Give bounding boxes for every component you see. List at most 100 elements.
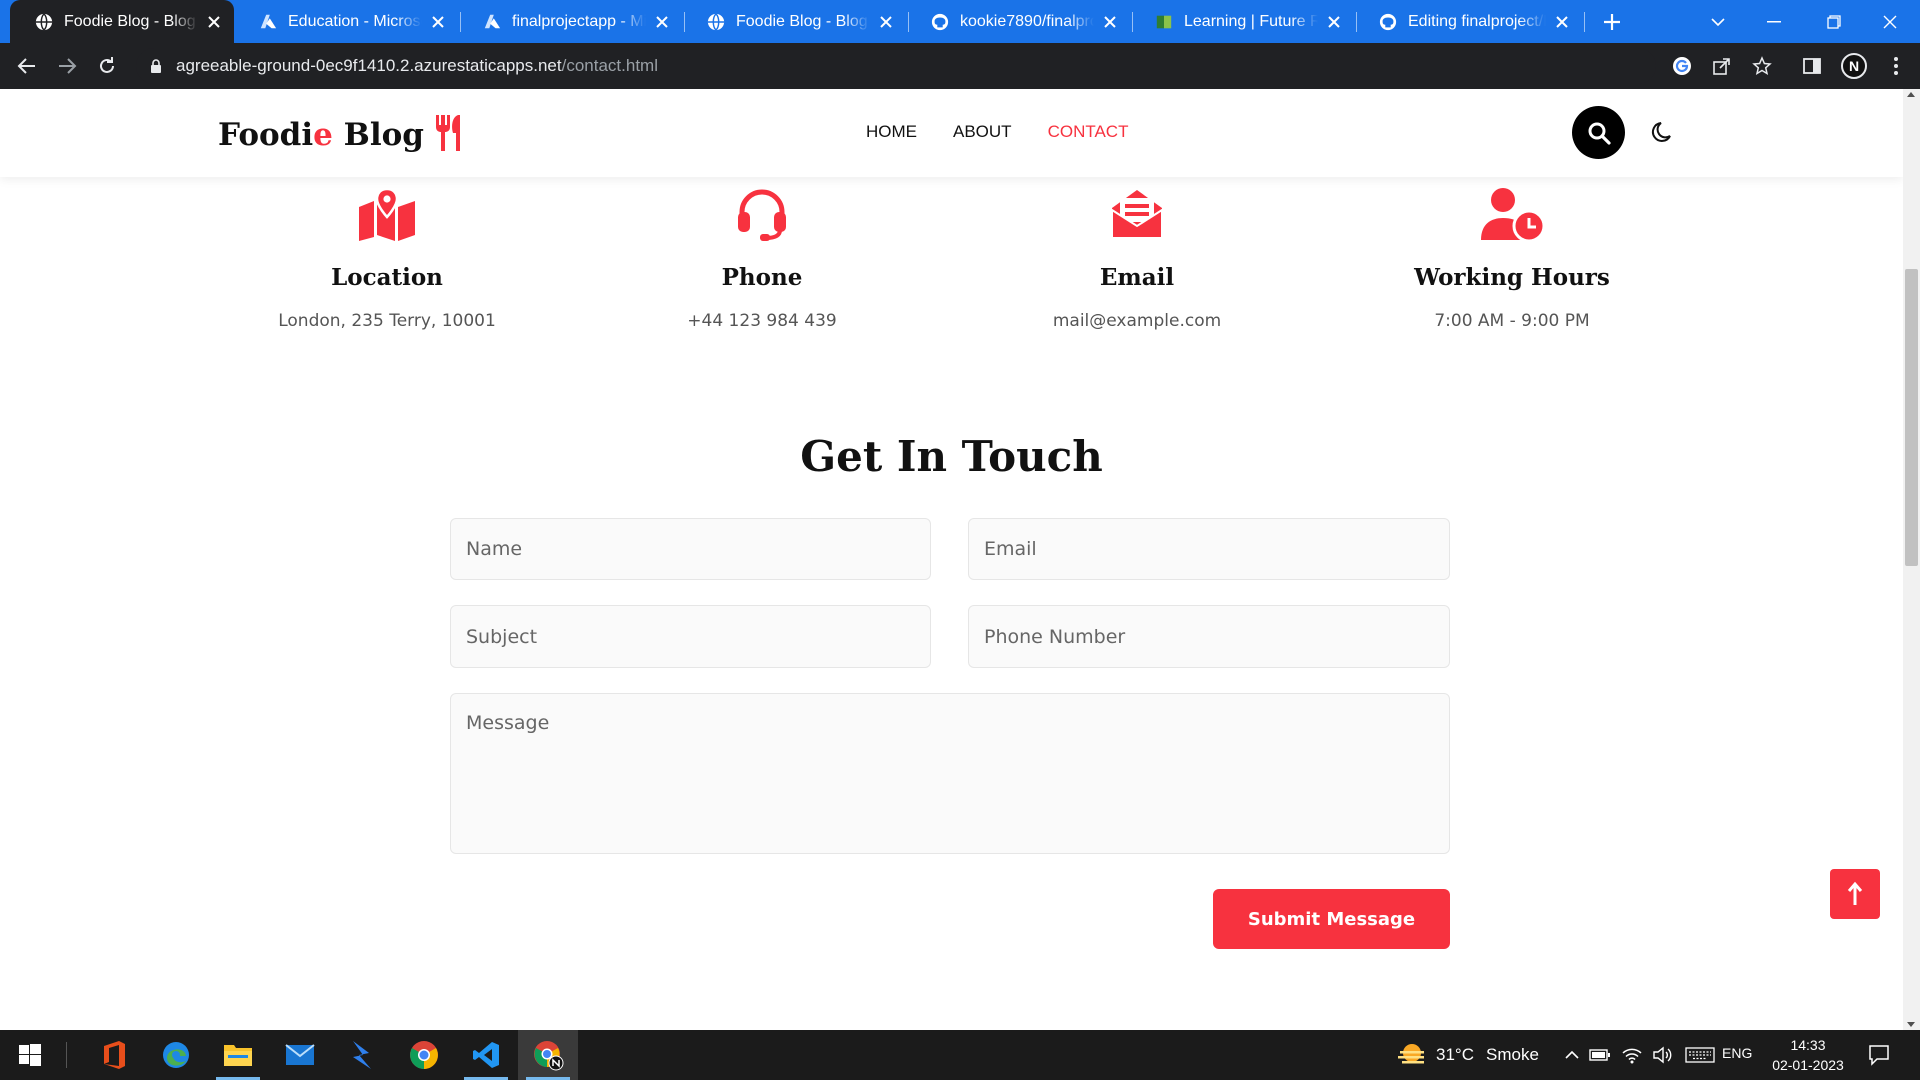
clock-date: 02-01-2023 <box>1772 1057 1844 1073</box>
side-panel-icon[interactable] <box>1800 54 1824 78</box>
close-icon[interactable] <box>1554 14 1570 30</box>
profile-avatar[interactable]: N <box>1841 53 1867 79</box>
reload-button[interactable] <box>92 51 122 81</box>
phone-number-input[interactable] <box>968 605 1450 668</box>
weather-widget[interactable]: 31°C Smoke <box>1398 1038 1539 1072</box>
scroll-to-top-button[interactable] <box>1830 869 1880 919</box>
subject-input[interactable] <box>450 605 931 668</box>
tab-title: kookie7890/finalproject <box>960 12 1094 30</box>
nav-home[interactable]: HOME <box>866 122 917 142</box>
info-text: +44 123 984 439 <box>687 311 837 331</box>
weather-temp: 31°C <box>1436 1045 1474 1064</box>
tab-search-button[interactable] <box>1690 0 1746 43</box>
tab-title: finalprojectapp - Microsoft Azure <box>512 12 646 30</box>
close-icon[interactable] <box>1102 14 1118 30</box>
url-host: agreeable-ground-0ec9f1410.2.azurestatic… <box>176 56 562 75</box>
lock-icon[interactable] <box>150 58 162 74</box>
wifi-icon[interactable] <box>1620 1043 1644 1067</box>
main-nav: HOME ABOUT CONTACT <box>866 122 1164 142</box>
browser-tab-3[interactable]: finalprojectapp - Microsoft Azure <box>458 0 682 43</box>
browser-tab-1[interactable]: Foodie Blog - Blog Category <box>10 0 234 43</box>
info-text: mail@example.com <box>1052 311 1222 331</box>
browser-tab-2[interactable]: Education - Microsoft Azure <box>234 0 458 43</box>
chrome-icon[interactable] <box>394 1030 454 1080</box>
close-icon[interactable] <box>206 14 222 30</box>
nav-about[interactable]: ABOUT <box>953 122 1012 142</box>
forward-button[interactable] <box>52 51 82 81</box>
close-window-button[interactable] <box>1862 0 1918 43</box>
close-icon[interactable] <box>654 14 670 30</box>
bookmark-star-icon[interactable] <box>1750 54 1774 78</box>
info-title: Phone <box>721 264 803 291</box>
back-button[interactable] <box>12 51 42 81</box>
github-icon <box>930 12 950 32</box>
browser-tab-6[interactable]: Learning | Future Ready <box>1130 0 1354 43</box>
tab-separator <box>1584 12 1585 32</box>
dark-mode-toggle[interactable] <box>1648 117 1678 147</box>
power-automate-icon[interactable] <box>332 1030 392 1080</box>
submit-message-button[interactable]: Submit Message <box>1213 889 1450 949</box>
message-textarea[interactable] <box>450 693 1450 854</box>
email-input[interactable] <box>968 518 1450 580</box>
tab-title: Learning | Future Ready <box>1184 12 1318 30</box>
windows-taskbar: 31°C Smoke ENG 14:33 02-01-2023 <box>0 1030 1920 1080</box>
fork-knife-icon <box>428 113 466 153</box>
mail-icon[interactable] <box>270 1030 330 1080</box>
close-icon[interactable] <box>878 14 894 30</box>
notification-icon[interactable] <box>1866 1042 1892 1068</box>
scroll-down-arrow[interactable] <box>1907 1022 1915 1027</box>
url-path: /contact.html <box>561 56 658 75</box>
browser-tab-5[interactable]: kookie7890/finalproject <box>906 0 1130 43</box>
azure-icon <box>258 12 278 32</box>
google-lens-icon[interactable] <box>1670 54 1694 78</box>
name-input[interactable] <box>450 518 931 580</box>
info-title: Email <box>1099 264 1175 291</box>
info-title: Location <box>331 264 443 291</box>
clock-time: 14:33 <box>1790 1037 1826 1053</box>
logo-text-2: Blog <box>332 117 424 153</box>
address-bar[interactable]: agreeable-ground-0ec9f1410.2.azurestatic… <box>136 48 1656 84</box>
haze-sun-icon <box>1398 1042 1426 1068</box>
scrollbar-thumb[interactable] <box>1905 269 1918 566</box>
map-pin-icon <box>237 184 537 244</box>
site-logo[interactable]: Foodi e Blog <box>218 113 466 153</box>
chevron-up-icon[interactable] <box>1560 1043 1584 1067</box>
taskbar-clock[interactable]: 14:33 02-01-2023 <box>1768 1035 1848 1075</box>
vscode-icon[interactable] <box>456 1030 516 1080</box>
volume-icon[interactable] <box>1650 1043 1674 1067</box>
minimize-button[interactable] <box>1746 0 1802 43</box>
keyboard-icon[interactable] <box>1684 1043 1716 1067</box>
file-explorer-icon[interactable] <box>208 1030 268 1080</box>
info-phone: Phone +44 123 984 439 <box>612 184 912 331</box>
edge-icon[interactable] <box>146 1030 206 1080</box>
battery-icon[interactable] <box>1588 1043 1612 1067</box>
office-icon[interactable] <box>84 1030 144 1080</box>
taskbar-divider <box>66 1042 67 1068</box>
browser-toolbar: agreeable-ground-0ec9f1410.2.azurestatic… <box>0 43 1920 89</box>
page-scrollbar[interactable] <box>1903 89 1920 1030</box>
more-menu-icon[interactable] <box>1884 54 1908 78</box>
restore-button[interactable] <box>1806 0 1862 43</box>
info-working-hours: Working Hours 7:00 AM - 9:00 PM <box>1362 184 1662 331</box>
page-viewport: Foodi e Blog HOME ABOUT CONTACT Location… <box>0 89 1903 1030</box>
close-icon[interactable] <box>1326 14 1342 30</box>
user-clock-icon <box>1362 184 1662 244</box>
arrow-right-icon <box>59 58 77 74</box>
browser-tab-7[interactable]: Editing finalproject/README <box>1354 0 1582 43</box>
new-tab-button[interactable] <box>1598 8 1626 36</box>
tab-title: Foodie Blog - Blog Category <box>64 12 198 30</box>
globe-icon <box>34 12 54 32</box>
language-indicator[interactable]: ENG <box>1722 1045 1752 1061</box>
windows-start-icon[interactable] <box>0 1030 60 1080</box>
browser-tab-4[interactable]: Foodie Blog - Blog Category <box>682 0 906 43</box>
globe-icon <box>706 12 726 32</box>
info-email: Email mail@example.com <box>987 184 1287 331</box>
search-button[interactable] <box>1572 106 1625 159</box>
scroll-up-arrow[interactable] <box>1907 92 1915 97</box>
nav-contact[interactable]: CONTACT <box>1048 122 1129 142</box>
chrome-profile-icon[interactable] <box>518 1030 578 1080</box>
envelope-open-icon <box>987 184 1287 244</box>
close-icon[interactable] <box>430 14 446 30</box>
weather-condition: Smoke <box>1485 1045 1539 1064</box>
share-icon[interactable] <box>1710 54 1734 78</box>
